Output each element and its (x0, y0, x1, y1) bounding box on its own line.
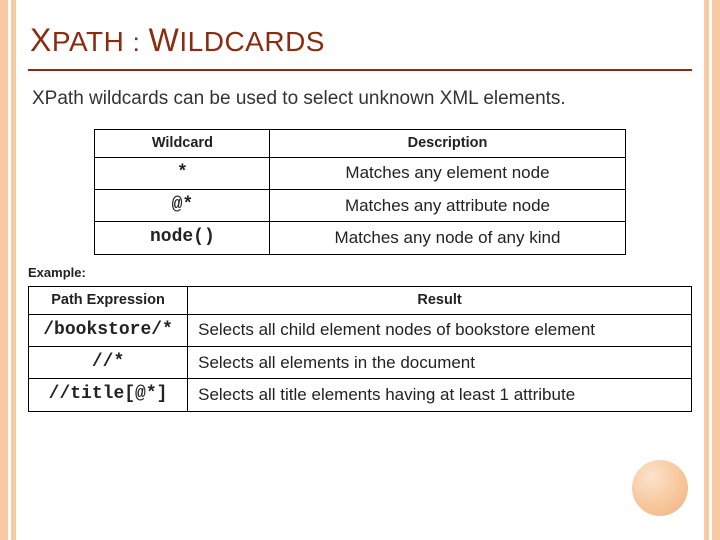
col-wildcard: Wildcard (95, 129, 270, 157)
table-row: /bookstore/* Selects all child element n… (29, 314, 692, 346)
table-row: * Matches any element node (95, 157, 625, 189)
description-cell: Matches any attribute node (270, 189, 625, 221)
slide-content: XPATH : WILDCARDS XPath wildcards can be… (22, 10, 698, 526)
col-description: Description (270, 129, 625, 157)
page-title: XPATH : WILDCARDS (28, 16, 692, 71)
description-cell: Matches any node of any kind (270, 222, 625, 254)
table-row: @* Matches any attribute node (95, 189, 625, 221)
example-table: Path Expression Result /bookstore/* Sele… (28, 286, 692, 412)
result-cell: Selects all child element nodes of books… (188, 314, 692, 346)
col-result: Result (188, 286, 692, 314)
table-header-row: Path Expression Result (29, 286, 692, 314)
table-header-row: Wildcard Description (95, 129, 625, 157)
result-cell: Selects all title elements having at lea… (188, 379, 692, 411)
path-expression-cell: //* (29, 347, 188, 379)
path-expression-cell: //title[@*] (29, 379, 188, 411)
title-word2-rest: ILDCARDS (179, 26, 325, 57)
wildcard-cell: node() (95, 222, 270, 254)
title-word2-cap: W (149, 22, 180, 58)
title-word1-cap: X (30, 22, 52, 58)
table-row: //title[@*] Selects all title elements h… (29, 379, 692, 411)
description-cell: Matches any element node (270, 157, 625, 189)
wildcard-table: Wildcard Description * Matches any eleme… (94, 129, 625, 255)
intro-text: XPath wildcards can be used to select un… (28, 71, 588, 129)
table-row: //* Selects all elements in the document (29, 347, 692, 379)
table-row: node() Matches any node of any kind (95, 222, 625, 254)
decor-stripe-left-inner (11, 0, 16, 540)
title-word1-rest: PATH (52, 26, 125, 57)
result-cell: Selects all elements in the document (188, 347, 692, 379)
wildcard-cell: @* (95, 189, 270, 221)
decor-stripe-left-outer (0, 0, 8, 540)
title-separator: : (133, 27, 141, 57)
col-path-expression: Path Expression (29, 286, 188, 314)
example-label: Example: (28, 255, 692, 286)
wildcard-cell: * (95, 157, 270, 189)
path-expression-cell: /bookstore/* (29, 314, 188, 346)
decor-stripe-right-inner (704, 0, 709, 540)
decor-stripe-right-outer (712, 0, 720, 540)
